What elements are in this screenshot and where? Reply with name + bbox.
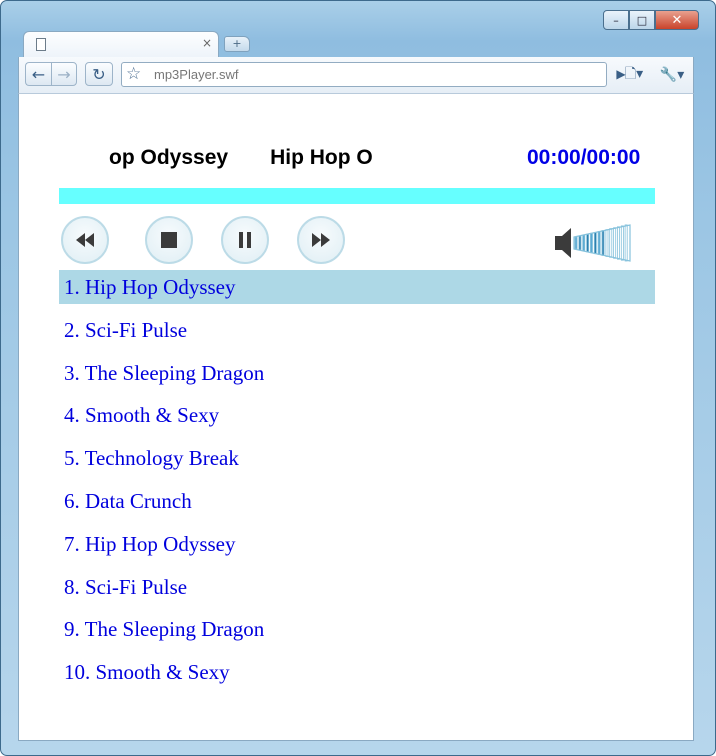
playlist-item[interactable]: 6. Data Crunch [59,484,655,518]
back-button[interactable]: ← [25,62,51,86]
rewind-button[interactable] [61,216,109,264]
volume-control[interactable] [553,224,633,262]
minimize-button[interactable]: – [603,10,629,30]
address-text: mp3Player.swf [154,67,239,82]
browser-window: – □ ✕ × + ← → ↻ ☆ mp3Player.swf ▶ 🗋▾ 🔧▾ [0,0,716,756]
time-display: 00:00/00:00 [527,146,641,169]
window-controls: – □ ✕ [603,10,699,32]
tab-close-icon[interactable]: × [202,36,212,50]
volume-bar[interactable] [617,226,620,260]
volume-bar[interactable] [582,234,586,252]
new-tab-button[interactable]: + [224,36,250,52]
wrench-icon: 🔧▾ [659,67,685,83]
volume-bar[interactable] [605,229,609,257]
page-viewport: op Odyssey Hip Hop O 00:00/00:00 1. Hip … [18,93,694,741]
playlist-item[interactable]: 7. Hip Hop Odyssey [59,527,655,561]
volume-bar[interactable] [624,224,628,262]
forward-arrow-icon: → [57,64,71,84]
close-window-button[interactable]: ✕ [655,10,699,30]
playlist-item[interactable]: 1. Hip Hop Odyssey [59,270,655,304]
maximize-button[interactable]: □ [629,10,655,30]
volume-bar[interactable] [613,227,617,259]
forward-button[interactable]: → [51,62,77,86]
fast-forward-button[interactable] [297,216,345,264]
volume-bar[interactable] [601,230,605,256]
volume-bar[interactable] [620,225,624,261]
bookmark-star-icon[interactable]: ☆ [126,64,141,84]
rewind-icon [76,233,94,247]
playlist-item[interactable]: 9. The Sleeping Dragon [59,612,655,646]
back-arrow-icon: ← [31,64,46,84]
volume-bar[interactable] [586,233,590,253]
now-playing-marquee: op Odyssey Hip Hop O [109,146,407,176]
tools-menu-button[interactable]: 🔧▾ [655,63,689,87]
playlist-item[interactable]: 4. Smooth & Sexy [59,398,655,432]
playlist-item[interactable]: 3. The Sleeping Dragon [59,356,655,390]
address-bar[interactable]: ☆ mp3Player.swf [121,62,607,87]
pause-icon [239,232,251,248]
marquee-text: Hip Hop O [270,146,373,169]
reload-button[interactable]: ↻ [85,62,113,86]
reload-icon: ↻ [92,64,106,84]
browser-toolbar: ← → ↻ ☆ mp3Player.swf ▶ 🗋▾ 🔧▾ [18,57,694,93]
volume-bar[interactable] [574,236,578,250]
speaker-icon [555,224,631,262]
volume-bar[interactable] [593,231,597,255]
volume-bar[interactable] [590,232,593,254]
playlist: 1. Hip Hop Odyssey 2. Sci-Fi Pulse 3. The … [59,270,655,698]
playlist-item[interactable]: 5. Technology Break [59,441,655,475]
marquee-text: op Odyssey [109,146,229,169]
page-menu-button[interactable]: 🗋▾ [619,63,649,87]
fast-forward-icon [312,233,330,247]
browser-tab[interactable]: × [23,31,219,57]
volume-bar[interactable] [609,228,613,258]
stop-button[interactable] [145,216,193,264]
playlist-item[interactable]: 8. Sci-Fi Pulse [59,570,655,604]
playlist-item[interactable]: 10. Smooth & Sexy [59,655,655,689]
page-icon [36,38,46,51]
page-menu-icon: 🗋▾ [624,66,644,82]
playlist-item[interactable]: 2. Sci-Fi Pulse [59,313,655,347]
pause-button[interactable] [221,216,269,264]
volume-bar[interactable] [578,235,582,251]
stop-icon [161,232,177,248]
volume-bar[interactable] [597,231,601,255]
progress-bar[interactable] [59,188,655,204]
